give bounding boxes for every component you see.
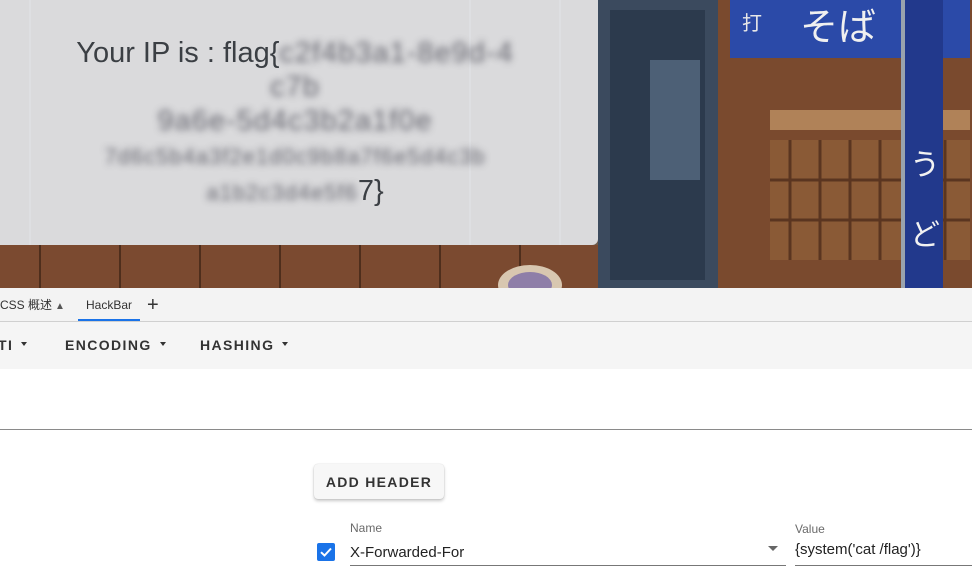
header-enabled-checkbox[interactable] (317, 543, 335, 561)
add-header-button[interactable]: ADD HEADER (314, 464, 444, 499)
svg-text:打: 打 (742, 11, 762, 35)
caret-down-icon (282, 342, 289, 347)
header-value-underline (795, 565, 972, 566)
tab-css-overview[interactable]: CSS 概述 ▲ (0, 288, 65, 321)
caret-down-icon (21, 342, 28, 347)
svg-text:う: う (910, 148, 940, 183)
hackbar-menu-bar: TI ENCODING HASHING (0, 322, 972, 369)
add-tab-button[interactable]: + (147, 288, 159, 321)
menu-encoding[interactable]: ENCODING (65, 322, 166, 369)
header-value-label: Value (795, 522, 825, 536)
ip-card: Your IP is : flag{c2f4b3a1-8e9d-4c7b 9a6… (0, 0, 598, 245)
menu-hashing-label: HASHING (200, 337, 275, 353)
menu-ssti[interactable]: TI (0, 322, 28, 369)
flask-icon: ▲ (55, 301, 65, 312)
tab-css-overview-label: CSS 概述 (0, 298, 53, 312)
ip-suffix: 7} (357, 175, 384, 207)
svg-text:ど: ど (910, 218, 940, 253)
ip-message: Your IP is : flag{c2f4b3a1-8e9d-4c7b 9a6… (70, 36, 520, 210)
ip-prefix: Your IP is : flag{ (76, 37, 280, 69)
header-name-underline (350, 565, 786, 566)
devtools-tab-strip: CSS 概述 ▲ HackBar + (0, 288, 972, 322)
header-name-input[interactable]: X-Forwarded-For (350, 544, 464, 561)
header-name-label: Name (350, 521, 383, 535)
menu-encoding-label: ENCODING (65, 337, 152, 353)
svg-text:そば: そば (800, 5, 876, 49)
menu-hashing[interactable]: HASHING (200, 322, 289, 369)
caret-down-icon (159, 342, 166, 347)
checkmark-icon (320, 547, 332, 557)
dropdown-arrow-icon[interactable] (768, 546, 778, 551)
flag-redacted-4: a1b2c3d4e5f6 (206, 180, 358, 205)
menu-ssti-label: TI (0, 337, 14, 353)
tab-hackbar[interactable]: HackBar (78, 288, 140, 321)
plus-icon: + (147, 294, 159, 316)
tab-hackbar-label: HackBar (85, 298, 132, 312)
flag-redacted-1: c2f4b3a1-8e9d-4c7b (270, 37, 514, 103)
url-textarea[interactable] (0, 369, 972, 430)
flag-redacted-2: 9a6e-5d4c3b2a1f0e (157, 105, 433, 137)
header-value-input[interactable]: {system('cat /flag')} (795, 541, 921, 558)
webpage-viewport: そば 打 う ど Your IP is : flag{c2f4b3a1-8e9d (0, 0, 972, 288)
flag-redacted-3: 7d6c5b4a3f2e1d0c9b8a7f6e5d4c3b (104, 144, 486, 169)
